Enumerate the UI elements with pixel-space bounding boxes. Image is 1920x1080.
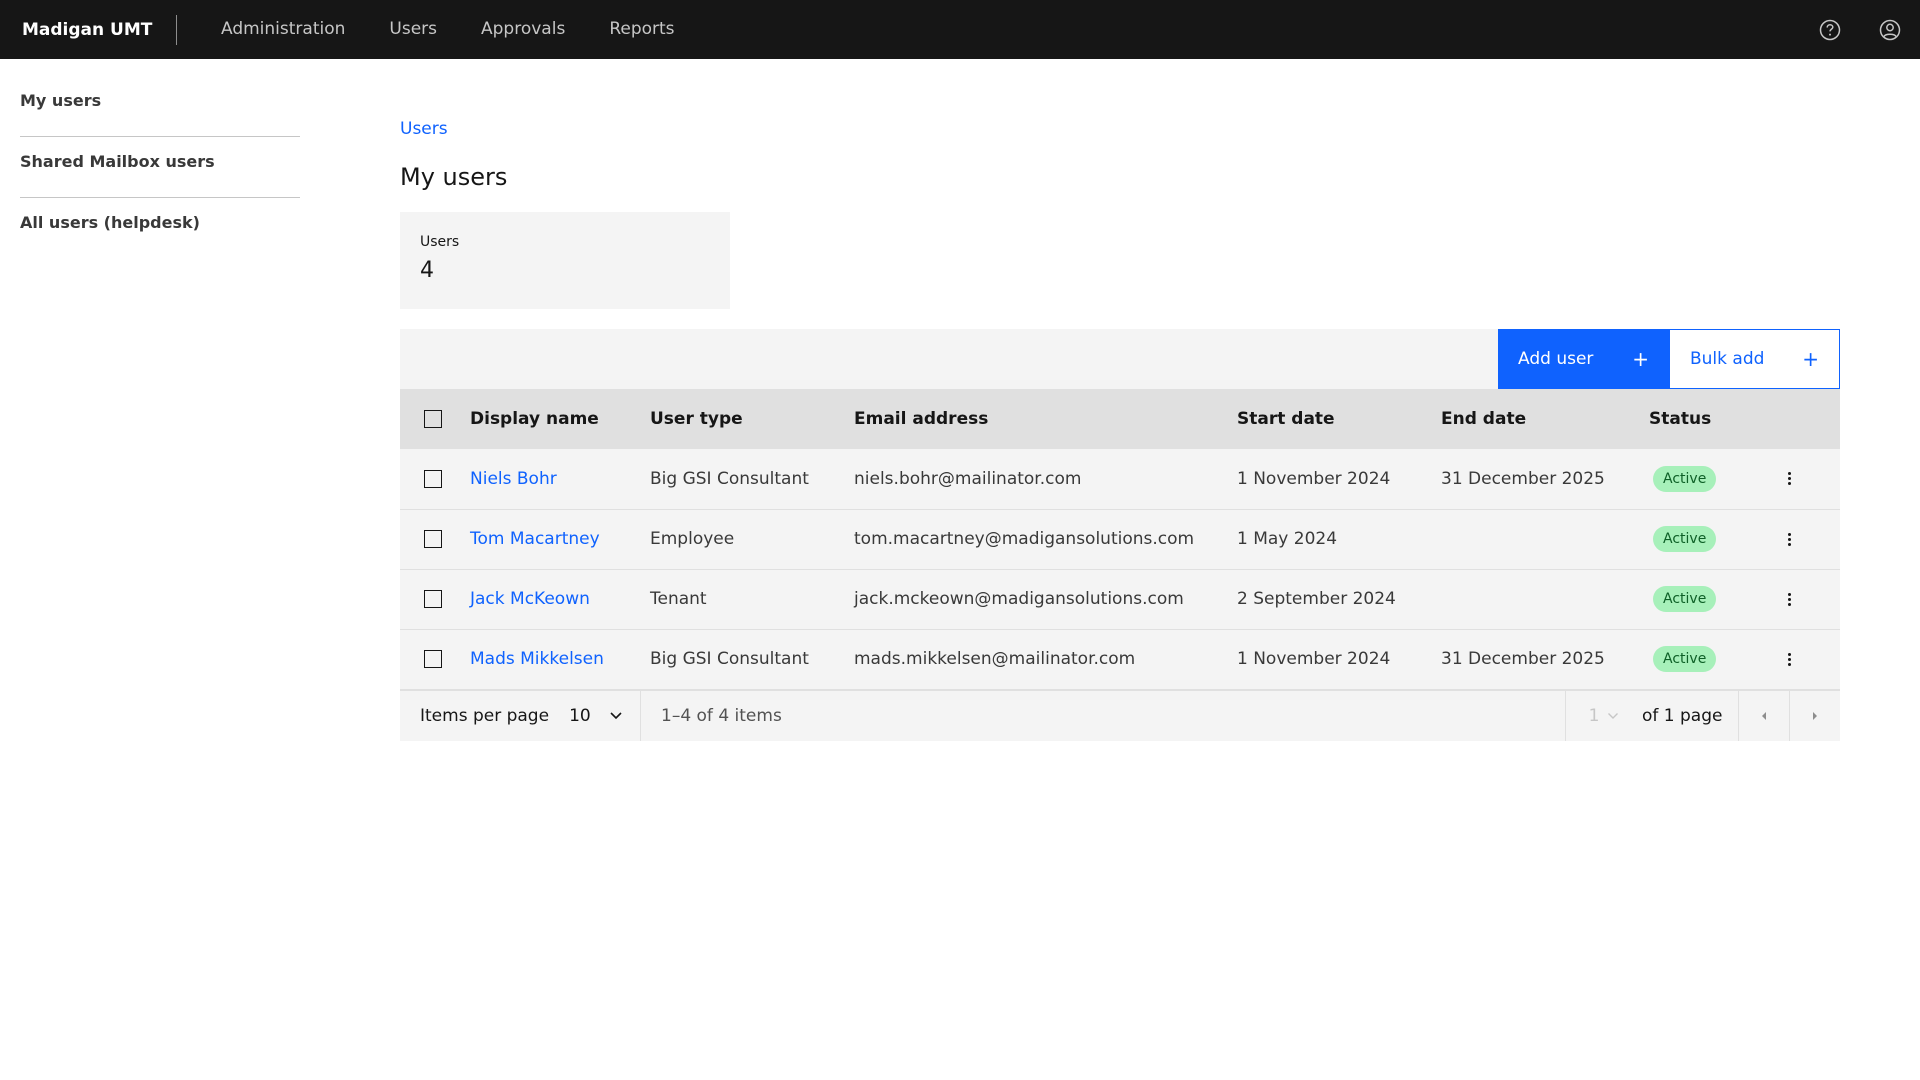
status-badge: Active (1653, 465, 1717, 492)
end-date-cell: 31 December 2025 (1441, 649, 1605, 669)
overflow-menu-icon[interactable] (1779, 472, 1799, 486)
plus-icon: + (1632, 347, 1649, 371)
user-type-cell: Tenant (650, 589, 707, 609)
table-row: Mads Mikkelsen Big GSI Consultant mads.m… (400, 629, 1840, 689)
help-icon[interactable] (1800, 0, 1860, 59)
end-date-cell (1441, 509, 1649, 569)
users-table: Display name User type Email address Sta… (400, 389, 1840, 690)
top-header: Madigan UMT Administration Users Approva… (0, 0, 1920, 59)
user-name-link[interactable]: Tom Macartney (470, 529, 600, 549)
chevron-down-icon (1608, 712, 1619, 719)
next-page-button[interactable] (1789, 690, 1840, 741)
table-row: Niels Bohr Big GSI Consultant niels.bohr… (400, 449, 1840, 509)
sidenav-item-all-users-helpdesk[interactable]: All users (helpdesk) (20, 198, 300, 259)
row-checkbox[interactable] (424, 469, 442, 488)
caret-left-icon (1762, 711, 1766, 720)
start-date-cell: 1 November 2024 (1237, 649, 1391, 669)
email-cell: niels.bohr@mailinator.com (854, 468, 1082, 489)
page-value: 1 (1588, 705, 1600, 726)
column-header-email[interactable]: Email address (854, 389, 1237, 449)
caret-right-icon (1813, 711, 1817, 720)
column-header-user-type[interactable]: User type (650, 389, 854, 449)
column-header-status[interactable]: Status (1649, 389, 1779, 449)
user-type-cell: Big GSI Consultant (650, 649, 809, 669)
overflow-menu-icon[interactable] (1779, 592, 1799, 606)
status-badge: Active (1653, 586, 1717, 612)
page-of-total: of 1 page (1642, 705, 1723, 726)
items-per-page-select[interactable]: 10 (569, 706, 623, 726)
overflow-menu-icon[interactable] (1779, 652, 1799, 666)
user-name-link[interactable]: Mads Mikkelsen (470, 649, 604, 669)
table-header-row: Display name User type Email address Sta… (400, 389, 1840, 449)
add-user-label: Add user (1518, 349, 1594, 369)
column-header-start-date[interactable]: Start date (1237, 389, 1441, 449)
bulk-add-button[interactable]: Bulk add + (1669, 329, 1840, 389)
page-controls: 1 of 1 page (1565, 690, 1840, 741)
start-date-cell: 2 September 2024 (1237, 589, 1396, 609)
start-date-cell: 1 May 2024 (1237, 529, 1338, 549)
chevron-down-icon (610, 711, 622, 719)
status-badge: Active (1653, 646, 1717, 672)
brand-divider (176, 14, 177, 45)
items-range: 1–4 of 4 items (661, 705, 782, 726)
page-title: My users (400, 163, 508, 191)
page-select[interactable]: 1 (1566, 706, 1642, 726)
items-per-page-label: Items per page (420, 705, 550, 726)
sidenav-item-my-users[interactable]: My users (20, 76, 300, 137)
items-per-page: Items per page 10 (400, 690, 641, 741)
items-per-page-value: 10 (569, 705, 591, 726)
user-type-cell: Employee (650, 529, 735, 549)
sidenav-item-shared-mailbox-users[interactable]: Shared Mailbox users (20, 137, 300, 198)
nav-users[interactable]: Users (367, 0, 459, 59)
plus-icon: + (1802, 347, 1819, 371)
email-cell: jack.mckeown@madigansolutions.com (854, 589, 1184, 609)
table-row: Tom Macartney Employee tom.macartney@mad… (400, 509, 1840, 569)
overflow-menu-icon[interactable] (1779, 532, 1799, 546)
bulk-add-label: Bulk add (1690, 349, 1765, 369)
start-date-cell: 1 November 2024 (1237, 468, 1391, 489)
app-brand[interactable]: Madigan UMT (0, 20, 176, 40)
user-avatar-icon[interactable] (1860, 0, 1920, 59)
nav-approvals[interactable]: Approvals (459, 0, 587, 59)
column-header-display-name[interactable]: Display name (470, 389, 650, 449)
user-name-link[interactable]: Niels Bohr (470, 469, 557, 489)
users-table-container: Add user + Bulk add + Display name User … (400, 329, 1840, 741)
side-nav: My users Shared Mailbox users All users … (20, 76, 300, 259)
email-cell: mads.mikkelsen@mailinator.com (854, 649, 1136, 669)
row-checkbox[interactable] (424, 530, 442, 548)
top-nav: Administration Users Approvals Reports (199, 0, 697, 59)
user-name-link[interactable]: Jack McKeown (470, 589, 590, 609)
table-row: Jack McKeown Tenant jack.mckeown@madigan… (400, 569, 1840, 629)
user-type-cell: Big GSI Consultant (650, 468, 809, 489)
add-user-button[interactable]: Add user + (1498, 329, 1669, 389)
tile-label: Users (420, 234, 460, 250)
row-checkbox[interactable] (424, 650, 442, 668)
breadcrumb-users[interactable]: Users (400, 119, 448, 139)
end-date-cell: 31 December 2025 (1441, 468, 1605, 489)
nav-reports[interactable]: Reports (587, 0, 696, 59)
previous-page-button[interactable] (1738, 690, 1789, 741)
end-date-cell (1441, 569, 1649, 629)
row-checkbox[interactable] (424, 590, 442, 608)
select-all-checkbox[interactable] (424, 410, 442, 428)
pagination-bar: Items per page 10 1–4 of 4 items 1 of 1 … (400, 689, 1840, 741)
table-toolbar: Add user + Bulk add + (400, 329, 1840, 389)
users-count-tile: Users 4 (400, 212, 730, 309)
nav-administration[interactable]: Administration (199, 0, 367, 59)
status-badge: Active (1653, 526, 1717, 552)
tile-value: 4 (420, 258, 434, 283)
email-cell: tom.macartney@madigansolutions.com (854, 529, 1195, 549)
column-header-end-date[interactable]: End date (1441, 389, 1649, 449)
header-actions (1800, 0, 1920, 59)
